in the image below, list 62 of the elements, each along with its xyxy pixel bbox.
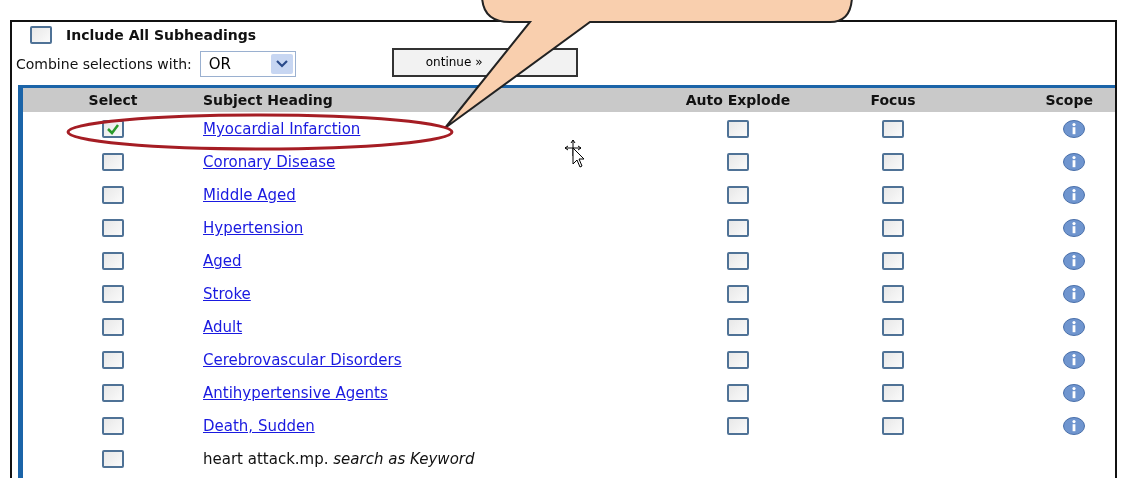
info-icon[interactable] xyxy=(1063,284,1085,303)
checkbox[interactable] xyxy=(102,449,124,468)
checkbox[interactable] xyxy=(102,416,124,435)
column-header: Subject Heading xyxy=(203,92,334,108)
info-icon[interactable] xyxy=(1063,251,1085,270)
info-icon[interactable] xyxy=(1063,383,1085,402)
checkbox[interactable] xyxy=(102,152,124,171)
checkbox[interactable] xyxy=(102,350,124,369)
info-icon[interactable] xyxy=(1063,218,1085,237)
combine-dropdown[interactable]: OR xyxy=(199,51,296,77)
checkbox[interactable] xyxy=(102,284,124,303)
checkbox[interactable] xyxy=(882,251,904,270)
checkbox[interactable] xyxy=(102,185,124,204)
subject-heading-link[interactable]: Coronary Disease xyxy=(203,153,336,171)
checkbox[interactable] xyxy=(102,251,124,270)
checkbox[interactable] xyxy=(727,185,749,204)
info-icon[interactable] xyxy=(1063,185,1085,204)
subject-heading-link[interactable]: Myocardial Infarction xyxy=(203,120,361,138)
info-icon[interactable] xyxy=(1063,416,1085,435)
subject-heading-link[interactable]: Stroke xyxy=(203,285,251,303)
checkbox[interactable] xyxy=(882,152,904,171)
checkbox[interactable] xyxy=(727,251,749,270)
info-icon[interactable] xyxy=(1063,119,1085,138)
checkbox[interactable] xyxy=(882,383,904,402)
subject-heading-link[interactable]: Cerebrovascular Disorders xyxy=(203,351,402,369)
info-icon[interactable] xyxy=(1063,152,1085,171)
checkbox[interactable] xyxy=(727,383,749,402)
checkbox[interactable] xyxy=(727,416,749,435)
subject-heading-link[interactable]: Antihypertensive Agents xyxy=(203,384,388,402)
move-cursor-icon xyxy=(565,140,587,168)
checkbox[interactable] xyxy=(882,218,904,237)
check-icon xyxy=(106,122,120,135)
subject-heading-link[interactable]: Middle Aged xyxy=(203,186,296,204)
column-header: Auto Explode xyxy=(684,92,792,108)
checkbox[interactable] xyxy=(882,284,904,303)
info-icon[interactable] xyxy=(1063,317,1085,336)
column-header: Scope xyxy=(1044,92,1094,108)
checkbox[interactable] xyxy=(727,317,749,336)
column-header: Select xyxy=(87,92,139,108)
checkbox[interactable] xyxy=(727,119,749,138)
checkbox[interactable] xyxy=(882,185,904,204)
checkbox[interactable] xyxy=(727,284,749,303)
column-header: Focus xyxy=(869,92,917,108)
checkbox[interactable] xyxy=(102,317,124,336)
checkbox[interactable] xyxy=(727,152,749,171)
subject-heading-link[interactable]: Hypertension xyxy=(203,219,304,237)
include-subheadings-label: Include All Subheadings xyxy=(66,27,257,43)
subject-heading-link[interactable]: Adult xyxy=(203,318,243,336)
checkbox[interactable] xyxy=(102,218,124,237)
checkbox[interactable] xyxy=(882,350,904,369)
checkbox[interactable] xyxy=(882,119,904,138)
subject-heading-link[interactable]: Death, Sudden xyxy=(203,417,315,435)
subject-heading-link[interactable]: Aged xyxy=(203,252,242,270)
info-icon[interactable] xyxy=(1063,350,1085,369)
checkbox[interactable] xyxy=(102,383,124,402)
checkbox[interactable] xyxy=(882,317,904,336)
checkbox[interactable] xyxy=(882,416,904,435)
checkbox[interactable] xyxy=(30,26,52,44)
checkbox[interactable] xyxy=(727,350,749,369)
combine-label: Combine selections with: xyxy=(15,56,192,72)
keyword-search-text: heart attack.mp. search as Keyword xyxy=(203,450,475,468)
checkbox[interactable] xyxy=(727,218,749,237)
